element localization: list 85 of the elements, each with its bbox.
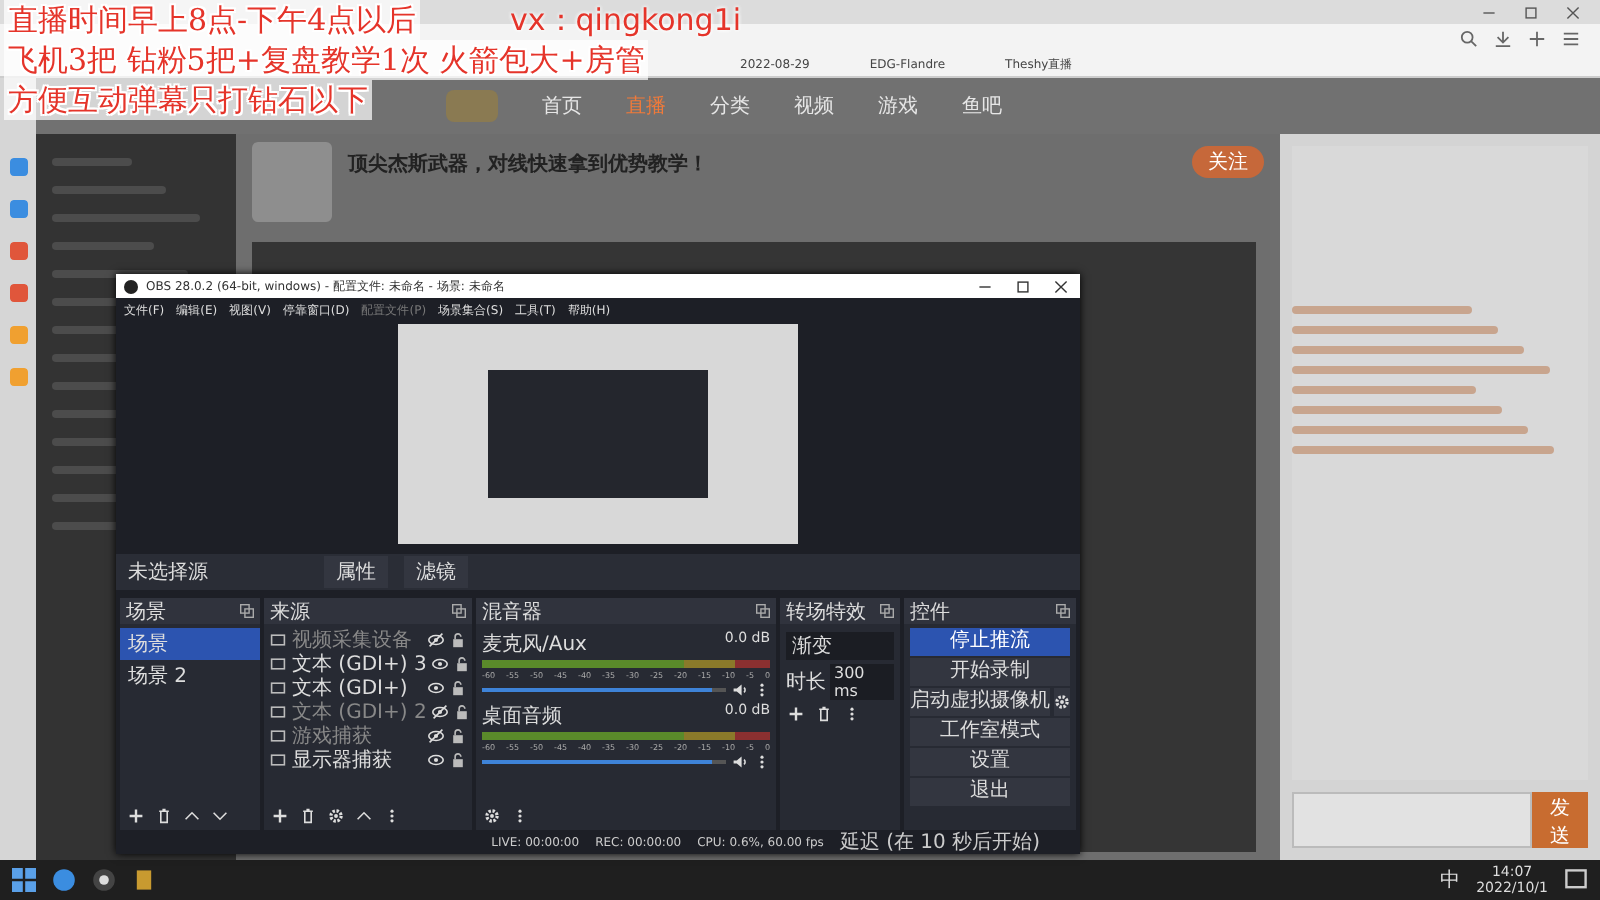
- channel-name: 桌面音频: [482, 703, 562, 730]
- lock-icon[interactable]: [454, 704, 471, 720]
- settings-icon[interactable]: [484, 808, 500, 824]
- nav-tab[interactable]: 首页: [542, 92, 582, 120]
- lock-icon[interactable]: [450, 632, 466, 648]
- eye-icon[interactable]: [428, 752, 444, 768]
- channel-name: 麦克风/Aux: [482, 631, 587, 658]
- control-button[interactable]: 启动虚拟摄像机: [910, 688, 1050, 716]
- dock-title: 来源: [270, 599, 310, 625]
- windows-icon[interactable]: [12, 868, 36, 892]
- stream-button[interactable]: 停止推流: [910, 628, 1070, 656]
- stream-title: 顶尖杰斯武器，对线快速拿到优势教学！: [348, 151, 708, 178]
- send-button[interactable]: 发送: [1532, 792, 1588, 848]
- lock-icon[interactable]: [450, 752, 466, 768]
- source-item[interactable]: 文本 (GDI+) 3: [264, 652, 472, 676]
- control-button[interactable]: 开始录制: [910, 658, 1070, 686]
- nav-tab[interactable]: 分类: [710, 92, 750, 120]
- eye-hidden-icon[interactable]: [428, 728, 444, 744]
- source-item[interactable]: 显示器捕获: [264, 748, 472, 772]
- transition-dropdown[interactable]: 渐变: [786, 632, 894, 660]
- search-icon[interactable]: [1460, 30, 1478, 48]
- undock-icon[interactable]: [756, 604, 770, 618]
- nav-tab[interactable]: 视频: [794, 92, 834, 120]
- source-item[interactable]: 文本 (GDI+): [264, 676, 472, 700]
- app-logo-icon: [124, 279, 138, 293]
- speaker-icon[interactable]: [732, 682, 748, 698]
- lock-icon[interactable]: [454, 656, 471, 672]
- menu-icon[interactable]: [1562, 30, 1580, 48]
- delete-icon[interactable]: [156, 808, 172, 824]
- input-method-indicator[interactable]: 中: [1440, 866, 1461, 894]
- undock-icon[interactable]: [240, 604, 254, 618]
- source-item[interactable]: 文本 (GDI+) 2: [264, 700, 472, 724]
- settings-button[interactable]: [1054, 688, 1070, 716]
- overlay-text: 直播时间早上8点-下午4点以后: [4, 0, 421, 40]
- overlay-text: 方便互动弹幕只打钻石以下: [4, 80, 372, 120]
- app-icon[interactable]: [132, 868, 156, 892]
- properties-button[interactable]: 属性: [324, 556, 388, 588]
- overlay-contact-text: vx：qingkong1i: [510, 0, 742, 40]
- eye-hidden-icon[interactable]: [432, 704, 449, 720]
- nav-tab[interactable]: 游戏: [878, 92, 918, 120]
- lock-icon[interactable]: [450, 680, 466, 696]
- notification-icon[interactable]: [1564, 868, 1588, 892]
- nav-tab[interactable]: 鱼吧: [962, 92, 1002, 120]
- add-icon[interactable]: [788, 706, 804, 722]
- no-source-label: 未选择源: [128, 559, 210, 586]
- follow-button[interactable]: 关注: [1192, 146, 1264, 178]
- settings-icon[interactable]: [1054, 694, 1070, 710]
- dock-title: 控件: [910, 599, 950, 625]
- add-icon[interactable]: [128, 808, 144, 824]
- eye-hidden-icon[interactable]: [428, 632, 444, 648]
- undock-icon[interactable]: [880, 604, 894, 618]
- dock-title: 转场特效: [786, 599, 866, 625]
- app-icon[interactable]: [92, 868, 116, 892]
- settings-icon[interactable]: [328, 808, 344, 824]
- delete-icon[interactable]: [300, 808, 316, 824]
- eye-icon[interactable]: [432, 656, 449, 672]
- close-icon[interactable]: [1054, 279, 1068, 293]
- streamer-avatar: [252, 142, 332, 222]
- plus-icon[interactable]: [1528, 30, 1546, 48]
- close-icon[interactable]: [1566, 5, 1580, 19]
- add-icon[interactable]: [272, 808, 288, 824]
- undock-icon[interactable]: [452, 604, 466, 618]
- maximize-icon[interactable]: [1016, 279, 1030, 293]
- dock-title: 混音器: [482, 599, 542, 625]
- chat-input-field[interactable]: [1292, 792, 1532, 848]
- delete-icon[interactable]: [816, 706, 832, 722]
- filters-button[interactable]: 滤镜: [404, 556, 468, 588]
- maximize-icon[interactable]: [1524, 5, 1538, 19]
- control-button[interactable]: 工作室模式: [910, 718, 1070, 746]
- duration-field[interactable]: 300 ms: [830, 664, 894, 700]
- source-item[interactable]: 视频采集设备: [264, 628, 472, 652]
- undock-icon[interactable]: [1056, 604, 1070, 618]
- overlay-text: 飞机3把 钻粉5把+复盘教学1次 火箭包大+房管: [4, 40, 649, 80]
- lock-icon[interactable]: [450, 728, 466, 744]
- source-item[interactable]: 游戏捕获: [264, 724, 472, 748]
- download-icon[interactable]: [1494, 30, 1512, 48]
- duration-label: 时长: [786, 669, 826, 696]
- control-button[interactable]: 退出: [910, 778, 1070, 806]
- eye-icon[interactable]: [428, 680, 444, 696]
- speaker-icon[interactable]: [732, 754, 748, 770]
- dock-title: 场景: [126, 599, 166, 625]
- control-button[interactable]: 设置: [910, 748, 1070, 776]
- scene-item[interactable]: 场景: [120, 628, 260, 660]
- delay-status: 延迟 (在 10 秒后开始): [839, 829, 1040, 856]
- scene-item[interactable]: 场景 2: [120, 660, 260, 692]
